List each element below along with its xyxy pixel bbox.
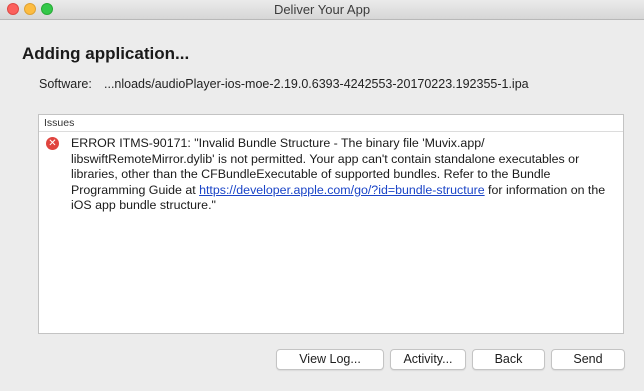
deliver-app-window: Deliver Your App Adding application... S… [0, 0, 644, 391]
software-row: Software: ...nloads/audioPlayer-ios-moe-2… [39, 77, 529, 91]
issue-message: ERROR ITMS-90171: "Invalid Bundle Struct… [71, 136, 613, 214]
back-button[interactable]: Back [472, 349, 545, 370]
error-icon: ✕ [46, 137, 59, 150]
issues-header: Issues [39, 115, 623, 132]
bundle-structure-link[interactable]: https://developer.apple.com/go/?id=bundl… [199, 183, 485, 197]
issues-panel[interactable]: Issues ✕ ERROR ITMS-90171: "Invalid Bund… [38, 114, 624, 334]
title-bar[interactable]: Deliver Your App [0, 0, 644, 20]
window-title: Deliver Your App [273, 2, 371, 17]
activity-button[interactable]: Activity... [390, 349, 466, 370]
view-log-button[interactable]: View Log... [276, 349, 384, 370]
software-label: Software: [39, 77, 92, 91]
software-path: ...nloads/audioPlayer-ios-moe-2.19.0.639… [104, 77, 529, 91]
page-heading: Adding application... [22, 44, 190, 63]
issue-item[interactable]: ✕ ERROR ITMS-90171: "Invalid Bundle Stru… [39, 132, 623, 214]
send-button[interactable]: Send [551, 349, 625, 370]
